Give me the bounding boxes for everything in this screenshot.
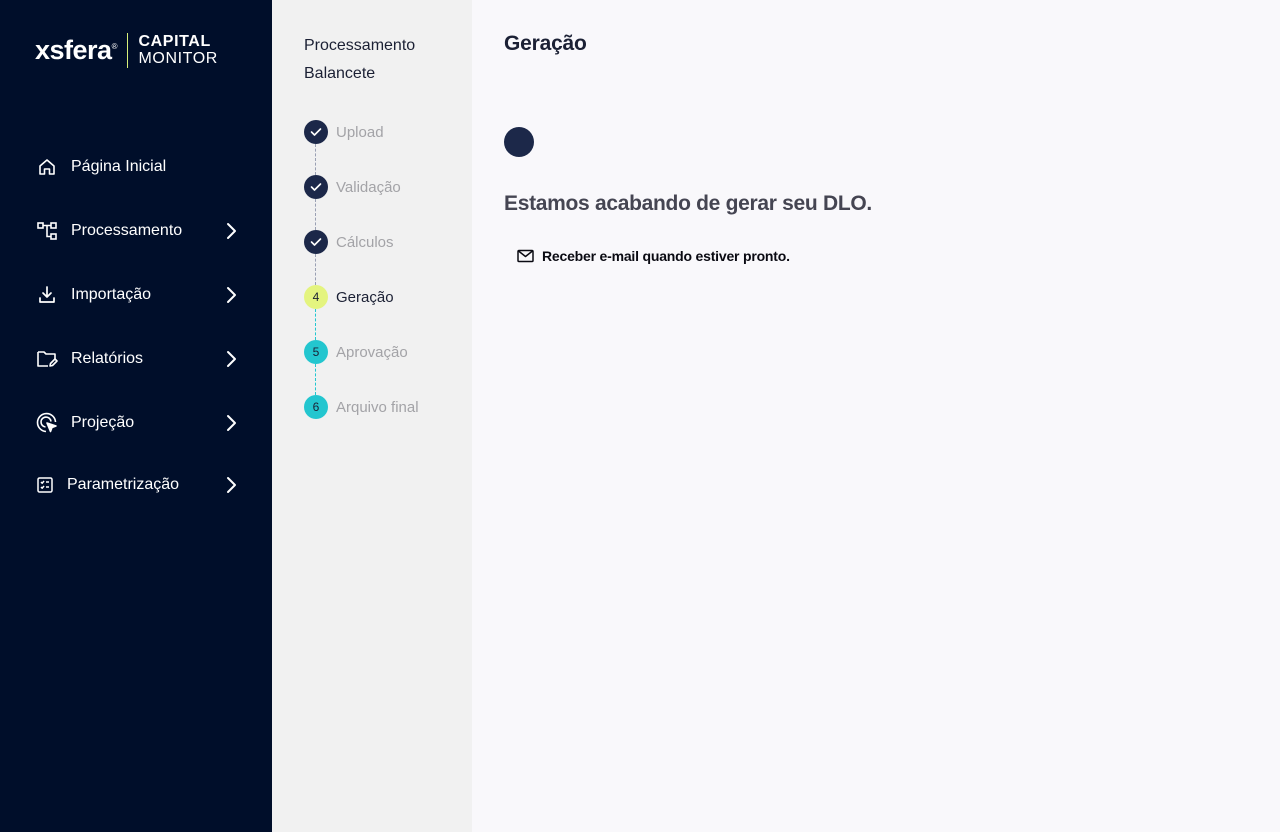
stepper-title: Processamento Balancete xyxy=(304,37,416,82)
main-content: Geração Estamos acabando de gerar seu DL… xyxy=(472,0,1280,832)
email-notify-label: Receber e-mail quando estiver pronto. xyxy=(542,248,790,264)
step-connector xyxy=(315,254,316,285)
chevron-right-icon xyxy=(222,414,240,432)
step-connector xyxy=(315,364,316,395)
logo-divider xyxy=(126,32,129,68)
chevron-right-icon xyxy=(222,476,240,494)
step-label: Validação xyxy=(336,178,401,196)
home-icon xyxy=(36,156,58,178)
sidebar-item-processamento[interactable]: Processamento xyxy=(0,211,272,251)
check-icon xyxy=(304,175,328,199)
step-number: 5 xyxy=(304,340,328,364)
page-title: Geração xyxy=(504,32,587,55)
step-connector xyxy=(315,144,316,175)
sidebar-item-label: Parametrização xyxy=(67,476,180,493)
mail-icon xyxy=(516,247,534,265)
step-connector xyxy=(315,309,316,340)
sidebar-item-label: Relatórios xyxy=(71,350,144,367)
checklist-icon xyxy=(34,474,56,496)
sidebar-item-relatorios[interactable]: Relatórios xyxy=(0,339,272,379)
step-connector xyxy=(315,199,316,230)
check-icon xyxy=(304,230,328,254)
logo-product: CAPITAL MONITOR xyxy=(138,33,218,67)
sidebar-item-projecao[interactable]: Projeção xyxy=(0,403,272,443)
sidebar-item-label: Processamento xyxy=(71,222,183,239)
sidebar-item-parametrizacao[interactable]: Parametrização xyxy=(0,465,272,505)
sidebar-item-importacao[interactable]: Importação xyxy=(0,275,272,315)
step-label: Geração xyxy=(336,288,394,306)
sidebar-item-label: Projeção xyxy=(71,414,135,431)
chevron-right-icon xyxy=(222,350,240,368)
sidebar: xsfera® CAPITAL MONITOR Página Inicial P… xyxy=(0,0,272,832)
step-label: Cálculos xyxy=(336,233,394,251)
step-calculos[interactable]: Cálculos xyxy=(304,230,394,254)
sidebar-item-label: Importação xyxy=(71,286,152,303)
logo[interactable]: xsfera® CAPITAL MONITOR xyxy=(35,32,218,68)
stepper-panel: Processamento Balancete Upload Validação… xyxy=(272,0,472,832)
download-icon xyxy=(36,284,58,306)
step-label: Upload xyxy=(336,123,384,141)
chevron-right-icon xyxy=(222,286,240,304)
sidebar-item-label: Página Inicial xyxy=(71,158,167,175)
step-label: Aprovação xyxy=(336,343,408,361)
step-number: 4 xyxy=(304,285,328,309)
process-flow-icon xyxy=(36,220,58,242)
step-validacao[interactable]: Validação xyxy=(304,175,401,199)
folder-edit-icon xyxy=(36,348,58,370)
check-icon xyxy=(304,120,328,144)
step-upload[interactable]: Upload xyxy=(304,120,384,144)
step-geracao[interactable]: 4 Geração xyxy=(304,285,394,309)
loading-spinner xyxy=(504,127,534,157)
step-number: 6 xyxy=(304,395,328,419)
status-message: Estamos acabando de gerar seu DLO. xyxy=(504,192,872,215)
step-aprovacao[interactable]: 5 Aprovação xyxy=(304,340,408,364)
sidebar-item-pagina-inicial[interactable]: Página Inicial xyxy=(0,147,272,187)
step-arquivo-final[interactable]: 6 Arquivo final xyxy=(304,395,419,419)
email-notify-button[interactable]: Receber e-mail quando estiver pronto. xyxy=(516,246,790,266)
target-cursor-icon xyxy=(36,412,58,434)
chevron-right-icon xyxy=(222,222,240,240)
step-label: Arquivo final xyxy=(336,398,419,416)
logo-brand: xsfera® xyxy=(35,34,118,65)
